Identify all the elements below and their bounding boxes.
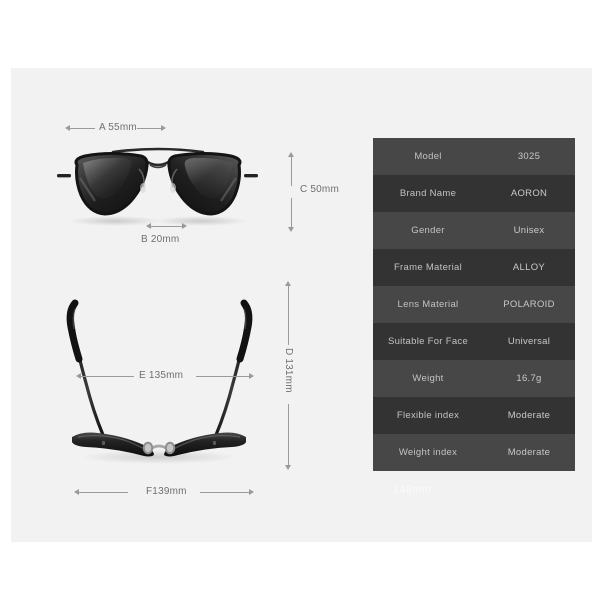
dimension-c-arrow-down [288, 227, 294, 232]
dimension-e-line-left [80, 376, 134, 377]
dimension-c-label: C 50mm [300, 184, 339, 195]
spec-value: 16.7g [516, 373, 542, 384]
dimension-e-line-right [196, 376, 250, 377]
dimension-f-label: F139mm [146, 486, 187, 497]
table-row: Flexible index Moderate [373, 397, 575, 434]
table-row: Gender Unisex [373, 212, 575, 249]
dimension-d-arrow-up [285, 281, 291, 286]
table-row: Brand Name AORON [373, 175, 575, 212]
spec-value: Universal [507, 336, 551, 347]
spec-key: Gender [411, 225, 445, 236]
spec-value: ALLOY [512, 262, 546, 273]
dimension-d-arrow-down [285, 465, 291, 470]
dimension-a-line-right [137, 128, 162, 129]
spec-key: Weight index [398, 447, 458, 458]
spec-value: Moderate [507, 447, 551, 458]
table-row: Model 3025 [373, 138, 575, 175]
dimension-a-label: A 55mm [99, 122, 137, 133]
dimension-b-line [150, 226, 183, 227]
spec-value: POLAROID [503, 299, 555, 310]
spec-value: Moderate [507, 410, 551, 421]
sunglasses-front-illustration [57, 147, 258, 226]
spec-key: Weight [412, 373, 444, 384]
table-row: Weight 16.7g [373, 360, 575, 397]
dimension-e-arrow-right [249, 373, 254, 379]
table-row: Weight index Moderate [373, 434, 575, 471]
spec-value: 3025 [517, 151, 541, 162]
product-spec-image: A 55mm B 20mm C 50mm E 135mm F139mm D 13… [0, 0, 600, 600]
spec-key: Lens Material [397, 299, 459, 310]
dimension-b-arrow-left [146, 223, 151, 229]
spec-key: Flexible index [396, 410, 460, 421]
dimension-f-arrow-right [249, 489, 254, 495]
specification-table: Model 3025 Brand Name AORON Gender Unise… [373, 138, 575, 471]
dimension-b-label: B 20mm [141, 234, 180, 245]
spec-key: Model [414, 151, 442, 162]
dimension-c-line-bottom [291, 198, 292, 228]
dimension-a-arrow-right [161, 125, 166, 131]
dimension-b-arrow-right [182, 223, 187, 229]
dimension-d-line-bottom [288, 404, 289, 466]
spec-value: Unisex [513, 225, 545, 236]
table-row: Suitable For Face Universal [373, 323, 575, 360]
dimension-f-line-right [200, 492, 250, 493]
sunglasses-front-view [55, 143, 260, 228]
table-row: Frame Material ALLOY [373, 249, 575, 286]
spec-key: Frame Material [393, 262, 463, 273]
dimension-a-arrow-left [65, 125, 70, 131]
dimension-e-label: E 135mm [139, 370, 184, 381]
dimension-d-line-top [288, 285, 289, 345]
spec-value: AORON [510, 188, 548, 199]
dimension-c-line-top [291, 156, 292, 186]
dimension-a-line-left [70, 128, 95, 129]
table-row: Lens Material POLAROID [373, 286, 575, 323]
spec-key: Suitable For Face [387, 336, 469, 347]
dimension-f-arrow-left [74, 489, 79, 495]
dimension-f-line-left [78, 492, 128, 493]
footnote-measurement: 148mm [393, 484, 432, 496]
dimension-c-arrow-up [288, 152, 294, 157]
dimension-e-arrow-left [76, 373, 81, 379]
dimension-d-label: D 131mm [283, 348, 294, 393]
spec-key: Brand Name [399, 188, 457, 199]
